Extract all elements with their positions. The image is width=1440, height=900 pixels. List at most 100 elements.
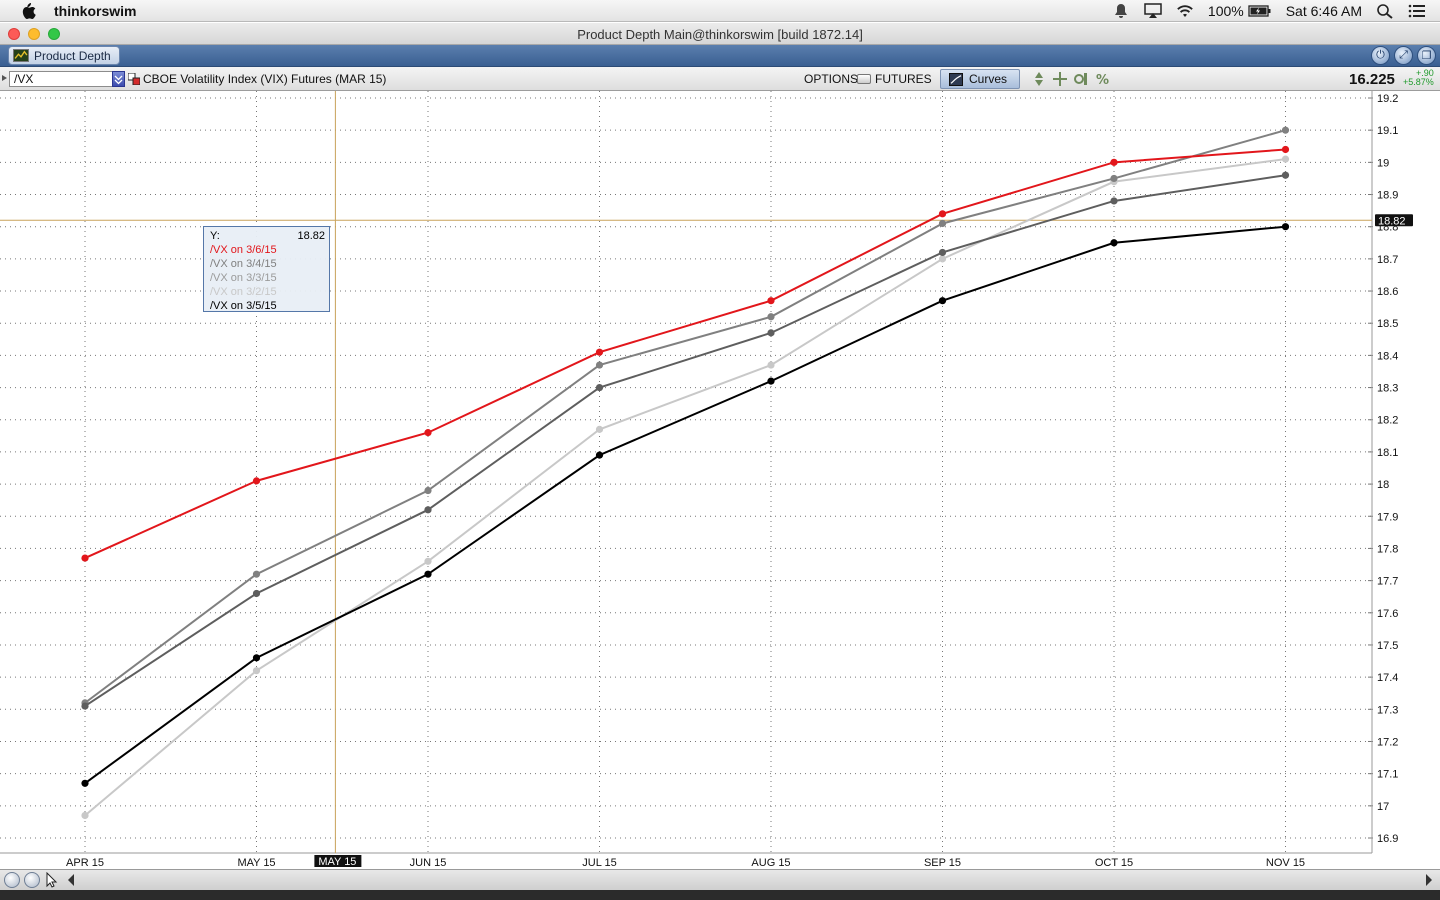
data-point: [595, 451, 604, 459]
y-tick-label: 18.4: [1377, 350, 1398, 362]
style-icon[interactable]: [1073, 71, 1089, 87]
y-tick-label: 18.1: [1377, 447, 1398, 459]
data-point: [424, 429, 432, 437]
data-point: [1110, 239, 1118, 247]
tooltip-y-value: 18.82: [297, 230, 325, 242]
data-point: [424, 506, 432, 514]
curves-label: Curves: [969, 72, 1008, 86]
detach-icon[interactable]: ❐: [1417, 46, 1436, 65]
data-point: [595, 348, 604, 356]
y-tick-label: 17.2: [1377, 736, 1398, 748]
tooltip-series-entry: /VX on 3/5/15: [210, 300, 277, 312]
link-icon[interactable]: ⤢: [1394, 46, 1413, 65]
symbol-input[interactable]: /VX: [9, 71, 125, 87]
data-point: [938, 248, 947, 257]
y-tick-label: 17: [1377, 801, 1389, 813]
y-tick-label: 17.5: [1377, 640, 1398, 652]
y-tick-label: 19.2: [1377, 93, 1398, 105]
battery-icon[interactable]: [1248, 3, 1272, 19]
data-point: [767, 329, 775, 337]
x-tick-label: SEP 15: [924, 857, 961, 869]
data-point: [938, 219, 947, 228]
scroll-left-icon[interactable]: [68, 874, 74, 886]
instrument-description: CBOE Volatility Index (VIX) Futures (MAR…: [143, 72, 387, 86]
y-tick-label: 17.8: [1377, 543, 1398, 555]
futures-curve-chart[interactable]: 16.9 17 17.1 17.2 17.3 17.4 17.5 17.6 17.7 17.8 17…: [0, 91, 1440, 870]
zoom-in-icon[interactable]: [4, 872, 20, 888]
data-point: [767, 361, 775, 369]
data-point: [1281, 223, 1290, 231]
data-point: [424, 570, 432, 578]
curves-button[interactable]: Curves: [940, 69, 1020, 89]
x-tick-label: JUN 15: [410, 857, 447, 869]
data-point: [767, 313, 775, 321]
app-menu-name[interactable]: thinkorswim: [54, 3, 136, 19]
tooltip-series-entry: /VX on 3/2/15: [210, 286, 277, 298]
menubar-clock[interactable]: Sat 6:46 AM: [1286, 3, 1362, 19]
data-point: [252, 667, 261, 675]
notification-center-icon[interactable]: [1408, 3, 1426, 19]
y-tick-label: 18.2: [1377, 415, 1398, 427]
tooltip-y-row: Y: 18.82: [210, 229, 325, 243]
data-point: [938, 255, 947, 263]
last-price: 16.225: [1349, 71, 1395, 88]
wifi-icon[interactable]: [1176, 3, 1194, 19]
percent-icon[interactable]: %: [1094, 71, 1110, 87]
options-label[interactable]: OPTIONS: [804, 72, 858, 86]
apple-icon[interactable]: [20, 2, 36, 20]
data-point: [595, 425, 604, 433]
zoom-out-icon[interactable]: [24, 872, 40, 888]
airplay-icon[interactable]: [1144, 3, 1162, 19]
symbol-link-icon[interactable]: [128, 73, 140, 85]
tooltip-series-entry: /VX on 3/3/15: [210, 272, 277, 284]
notification-icon[interactable]: [1112, 3, 1130, 19]
product-depth-icon: [13, 49, 29, 62]
tab-product-depth[interactable]: Product Depth: [8, 46, 120, 65]
y-tick-label: 18.9: [1377, 190, 1398, 202]
y-tick-label: 18: [1377, 479, 1389, 491]
data-point: [252, 477, 261, 485]
spotlight-icon[interactable]: [1376, 3, 1394, 19]
tab-label: Product Depth: [34, 48, 111, 63]
data-point: [424, 486, 432, 495]
y-tick-label: 18.7: [1377, 254, 1398, 266]
x-tick-label: APR 15: [66, 857, 104, 869]
tooltip-series-entry: /VX on 3/6/15: [210, 244, 277, 256]
x-tick-label: NOV 15: [1266, 857, 1305, 869]
y-tick-label: 16.9: [1377, 833, 1398, 845]
options-futures-toggle[interactable]: [857, 74, 871, 84]
pan-icon[interactable]: [1031, 71, 1047, 87]
y-tick-label: 17.3: [1377, 704, 1398, 716]
data-point: [81, 554, 89, 562]
y-tick-label: 18.6: [1377, 286, 1398, 298]
x-tick-label: MAY 15: [237, 857, 275, 869]
futures-label[interactable]: FUTURES: [875, 72, 932, 86]
window-titlebar: Product Depth Main@thinkorswim [build 18…: [0, 23, 1440, 45]
data-point: [81, 811, 89, 820]
zoom-icon[interactable]: [1052, 71, 1068, 87]
power-icon[interactable]: ⏻: [1371, 46, 1390, 65]
symbol-dropdown-button[interactable]: [112, 71, 125, 87]
y-tick-label: 17.7: [1377, 576, 1398, 588]
price-change: +.90 +5.87%: [1403, 69, 1434, 87]
data-point: [595, 383, 604, 392]
scroll-right-icon[interactable]: [1426, 874, 1432, 886]
tooltip-series-entry: /VX on 3/4/15: [210, 258, 277, 270]
y-tick-label: 19.1: [1377, 125, 1398, 137]
data-point: [1281, 171, 1290, 179]
chevron-down-icon: [114, 75, 123, 85]
symbol-history-icon[interactable]: [2, 75, 7, 81]
x-tick-label: OCT 15: [1095, 857, 1133, 869]
y-tick-label: 18.5: [1377, 318, 1398, 330]
data-point: [1110, 158, 1118, 166]
data-point: [1110, 174, 1118, 183]
data-point: [252, 654, 261, 662]
data-point: [767, 297, 775, 305]
chart-bottom-bar: [0, 869, 1440, 890]
data-point: [424, 557, 432, 565]
cursor-icon[interactable]: [44, 872, 60, 888]
data-point: [1281, 145, 1290, 154]
curve-plot[interactable]: 16.9 17 17.1 17.2 17.3 17.4 17.5 17.6 17.7 17.8 17…: [0, 91, 1440, 870]
data-point: [938, 297, 947, 305]
tooltip-y-label: Y:: [210, 230, 220, 242]
